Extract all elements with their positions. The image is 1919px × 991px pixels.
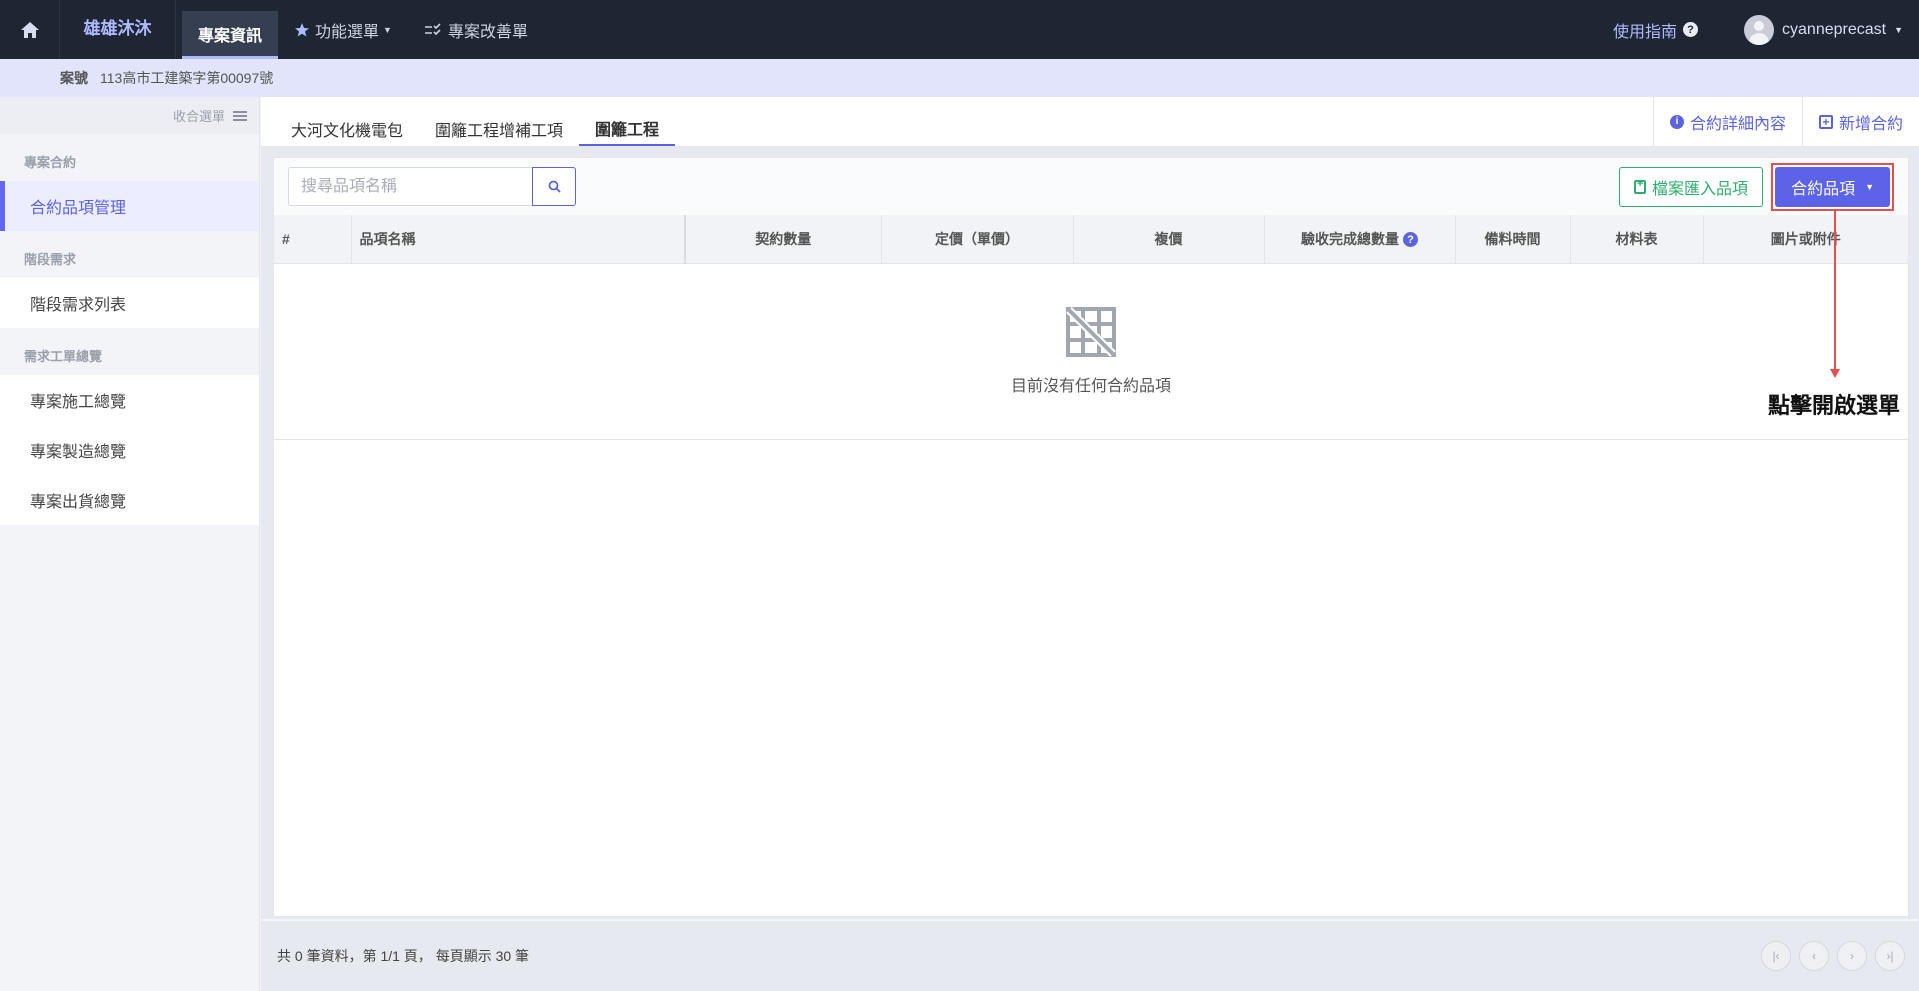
sidebar-section-title: 需求工單總覽 — [24, 349, 103, 364]
table-header-row: # 品項名稱 契約數量 定價（單價） 複價 驗收完成總數量? 備料時間 材料表 … — [274, 215, 1908, 264]
sidebar-item-stage-requirements[interactable]: 階段需求列表 — [0, 278, 259, 328]
tab-contract-3[interactable]: 圍籬工程 — [579, 111, 676, 146]
collapse-menu-button[interactable]: 收合選單 — [0, 97, 259, 134]
col-unit-price[interactable]: 定價（單價） — [881, 215, 1074, 264]
add-contract-label: 新增合約 — [1838, 115, 1903, 133]
tab-contract-2[interactable]: 圍籬工程增補工項 — [419, 111, 579, 146]
hamburger-icon — [233, 110, 247, 121]
import-items-button[interactable]: 檔案匯入品項 — [1619, 166, 1764, 207]
main-content: 檔案匯入品項 合約品項 ▼ # 品項名稱 契約數量 定價（單價） 複價 — [261, 147, 1919, 919]
tab-contract-1[interactable]: 大河文化機電包 — [275, 111, 419, 146]
username: cyanneprecast — [1782, 20, 1887, 38]
help-icon[interactable]: ? — [1403, 232, 1418, 248]
col-prep-time[interactable]: 備料時間 — [1455, 215, 1571, 264]
star-icon — [295, 22, 310, 36]
sidebar-item-manufacturing-overview[interactable]: 專案製造總覽 — [0, 425, 259, 475]
empty-state-text: 目前沒有任何合約品項 — [1010, 378, 1171, 395]
last-page-icon: ›| — [1886, 949, 1894, 963]
col-accepted-qty-label: 驗收完成總數量 — [1301, 230, 1399, 247]
pagination-footer: 共 0 筆資料，第 1/1 頁， 每頁顯示 30 筆 |‹ ‹ › ›| — [261, 921, 1919, 991]
contract-items-label: 合約品項 — [1791, 180, 1856, 198]
checklist-icon — [424, 22, 441, 35]
contract-details-label: 合約詳細內容 — [1689, 115, 1786, 133]
contract-tabs: 大河文化機電包 圍籬工程增補工項 圍籬工程 i 合約詳細內容 + 新增合約 — [261, 97, 1919, 147]
question-icon: ? — [1683, 22, 1699, 37]
items-card: 檔案匯入品項 合約品項 ▼ # 品項名稱 契約數量 定價（單價） 複價 — [273, 157, 1909, 917]
col-total-price[interactable]: 複價 — [1073, 215, 1265, 264]
col-attachments[interactable]: 圖片或附件 — [1703, 215, 1908, 264]
annotation-arrow — [1834, 211, 1836, 371]
sidebar-section-title: 專案合約 — [24, 155, 77, 170]
nav-improvement-list[interactable]: 專案改善單 — [408, 0, 544, 59]
chevron-left-icon: ‹ — [1812, 949, 1816, 963]
user-menu[interactable]: cyanneprecast ▼ — [1744, 14, 1903, 45]
case-number: 113高市工建築字第00097號 — [100, 70, 274, 86]
sidebar-item-contract-items[interactable]: 合約品項管理 — [0, 181, 259, 231]
nav-improvement-list-label: 專案改善單 — [447, 23, 528, 41]
search-group — [288, 167, 576, 206]
col-material-list[interactable]: 材料表 — [1570, 215, 1704, 264]
info-icon: i — [1669, 114, 1684, 129]
pagination-summary: 共 0 筆資料，第 1/1 頁， 每頁顯示 30 筆 — [277, 948, 530, 964]
search-input[interactable] — [288, 167, 532, 206]
home-button[interactable] — [0, 0, 60, 59]
items-toolbar: 檔案匯入品項 合約品項 ▼ — [274, 158, 1908, 215]
sidebar-item-shipping-overview[interactable]: 專案出貨總覽 — [0, 475, 259, 525]
first-page-icon: |‹ — [1772, 949, 1780, 963]
add-icon: + — [1818, 114, 1833, 129]
sidebar: 收合選單 專案合約 合約品項管理 階段需求 階段需求列表 需求工單總覽 專案施工… — [0, 97, 260, 991]
search-icon — [548, 180, 561, 193]
col-accepted-qty[interactable]: 驗收完成總數量? — [1264, 215, 1456, 264]
annotation-arrow-head — [1830, 369, 1840, 378]
case-label: 案號 — [60, 70, 88, 86]
nav-project-info[interactable]: 專案資訊 — [182, 11, 279, 59]
next-page-button[interactable]: › — [1837, 941, 1867, 971]
col-item-name[interactable]: 品項名稱 — [351, 215, 686, 264]
first-page-button[interactable]: |‹ — [1761, 941, 1791, 971]
prev-page-button[interactable]: ‹ — [1799, 941, 1829, 971]
no-data-grid-icon — [1066, 307, 1116, 357]
nav-project-info-label: 專案資訊 — [198, 27, 263, 45]
highlight-box: 合約品項 ▼ — [1771, 162, 1894, 211]
nav-function-menu-label: 功能選單 — [315, 23, 380, 41]
import-items-label: 檔案匯入品項 — [1652, 180, 1749, 198]
pager: |‹ ‹ › ›| — [1761, 941, 1905, 971]
collapse-menu-label: 收合選單 — [172, 109, 225, 124]
top-navbar: 雄雄沐沐 專案資訊 功能選單 ▼ 專案改善單 使用指南 ? cyanneprec… — [0, 0, 1919, 59]
sidebar-section-title: 階段需求 — [24, 252, 77, 267]
case-number-bar: 案號 113高市工建築字第00097號 — [0, 59, 1919, 97]
user-guide-label: 使用指南 — [1613, 23, 1678, 41]
file-add-icon — [1634, 178, 1647, 194]
items-table: # 品項名稱 契約數量 定價（單價） 複價 驗收完成總數量? 備料時間 材料表 … — [274, 215, 1908, 264]
sidebar-item-construction-overview[interactable]: 專案施工總覽 — [0, 375, 259, 425]
chevron-down-icon: ▼ — [1865, 181, 1874, 192]
col-index: # — [274, 215, 352, 264]
chevron-right-icon: › — [1850, 949, 1854, 963]
brand-name[interactable]: 雄雄沐沐 — [60, 0, 176, 59]
avatar — [1744, 14, 1775, 45]
empty-state: 目前沒有任何合約品項 — [274, 264, 1908, 440]
col-contract-qty[interactable]: 契約數量 — [685, 215, 882, 264]
chevron-down-icon: ▼ — [1894, 24, 1903, 35]
nav-function-menu[interactable]: 功能選單 ▼ — [278, 0, 408, 59]
chevron-down-icon: ▼ — [383, 24, 392, 35]
contract-details-button[interactable]: i 合約詳細內容 — [1652, 97, 1802, 146]
contract-items-dropdown-button[interactable]: 合約品項 ▼ — [1775, 166, 1890, 207]
search-button[interactable] — [532, 167, 576, 206]
home-icon — [20, 21, 39, 38]
last-page-button[interactable]: ›| — [1875, 941, 1905, 971]
add-contract-button[interactable]: + 新增合約 — [1801, 97, 1919, 146]
annotation-text: 點擊開啟選單 — [1768, 393, 1901, 418]
user-guide-link[interactable]: 使用指南 ? — [1613, 18, 1699, 42]
